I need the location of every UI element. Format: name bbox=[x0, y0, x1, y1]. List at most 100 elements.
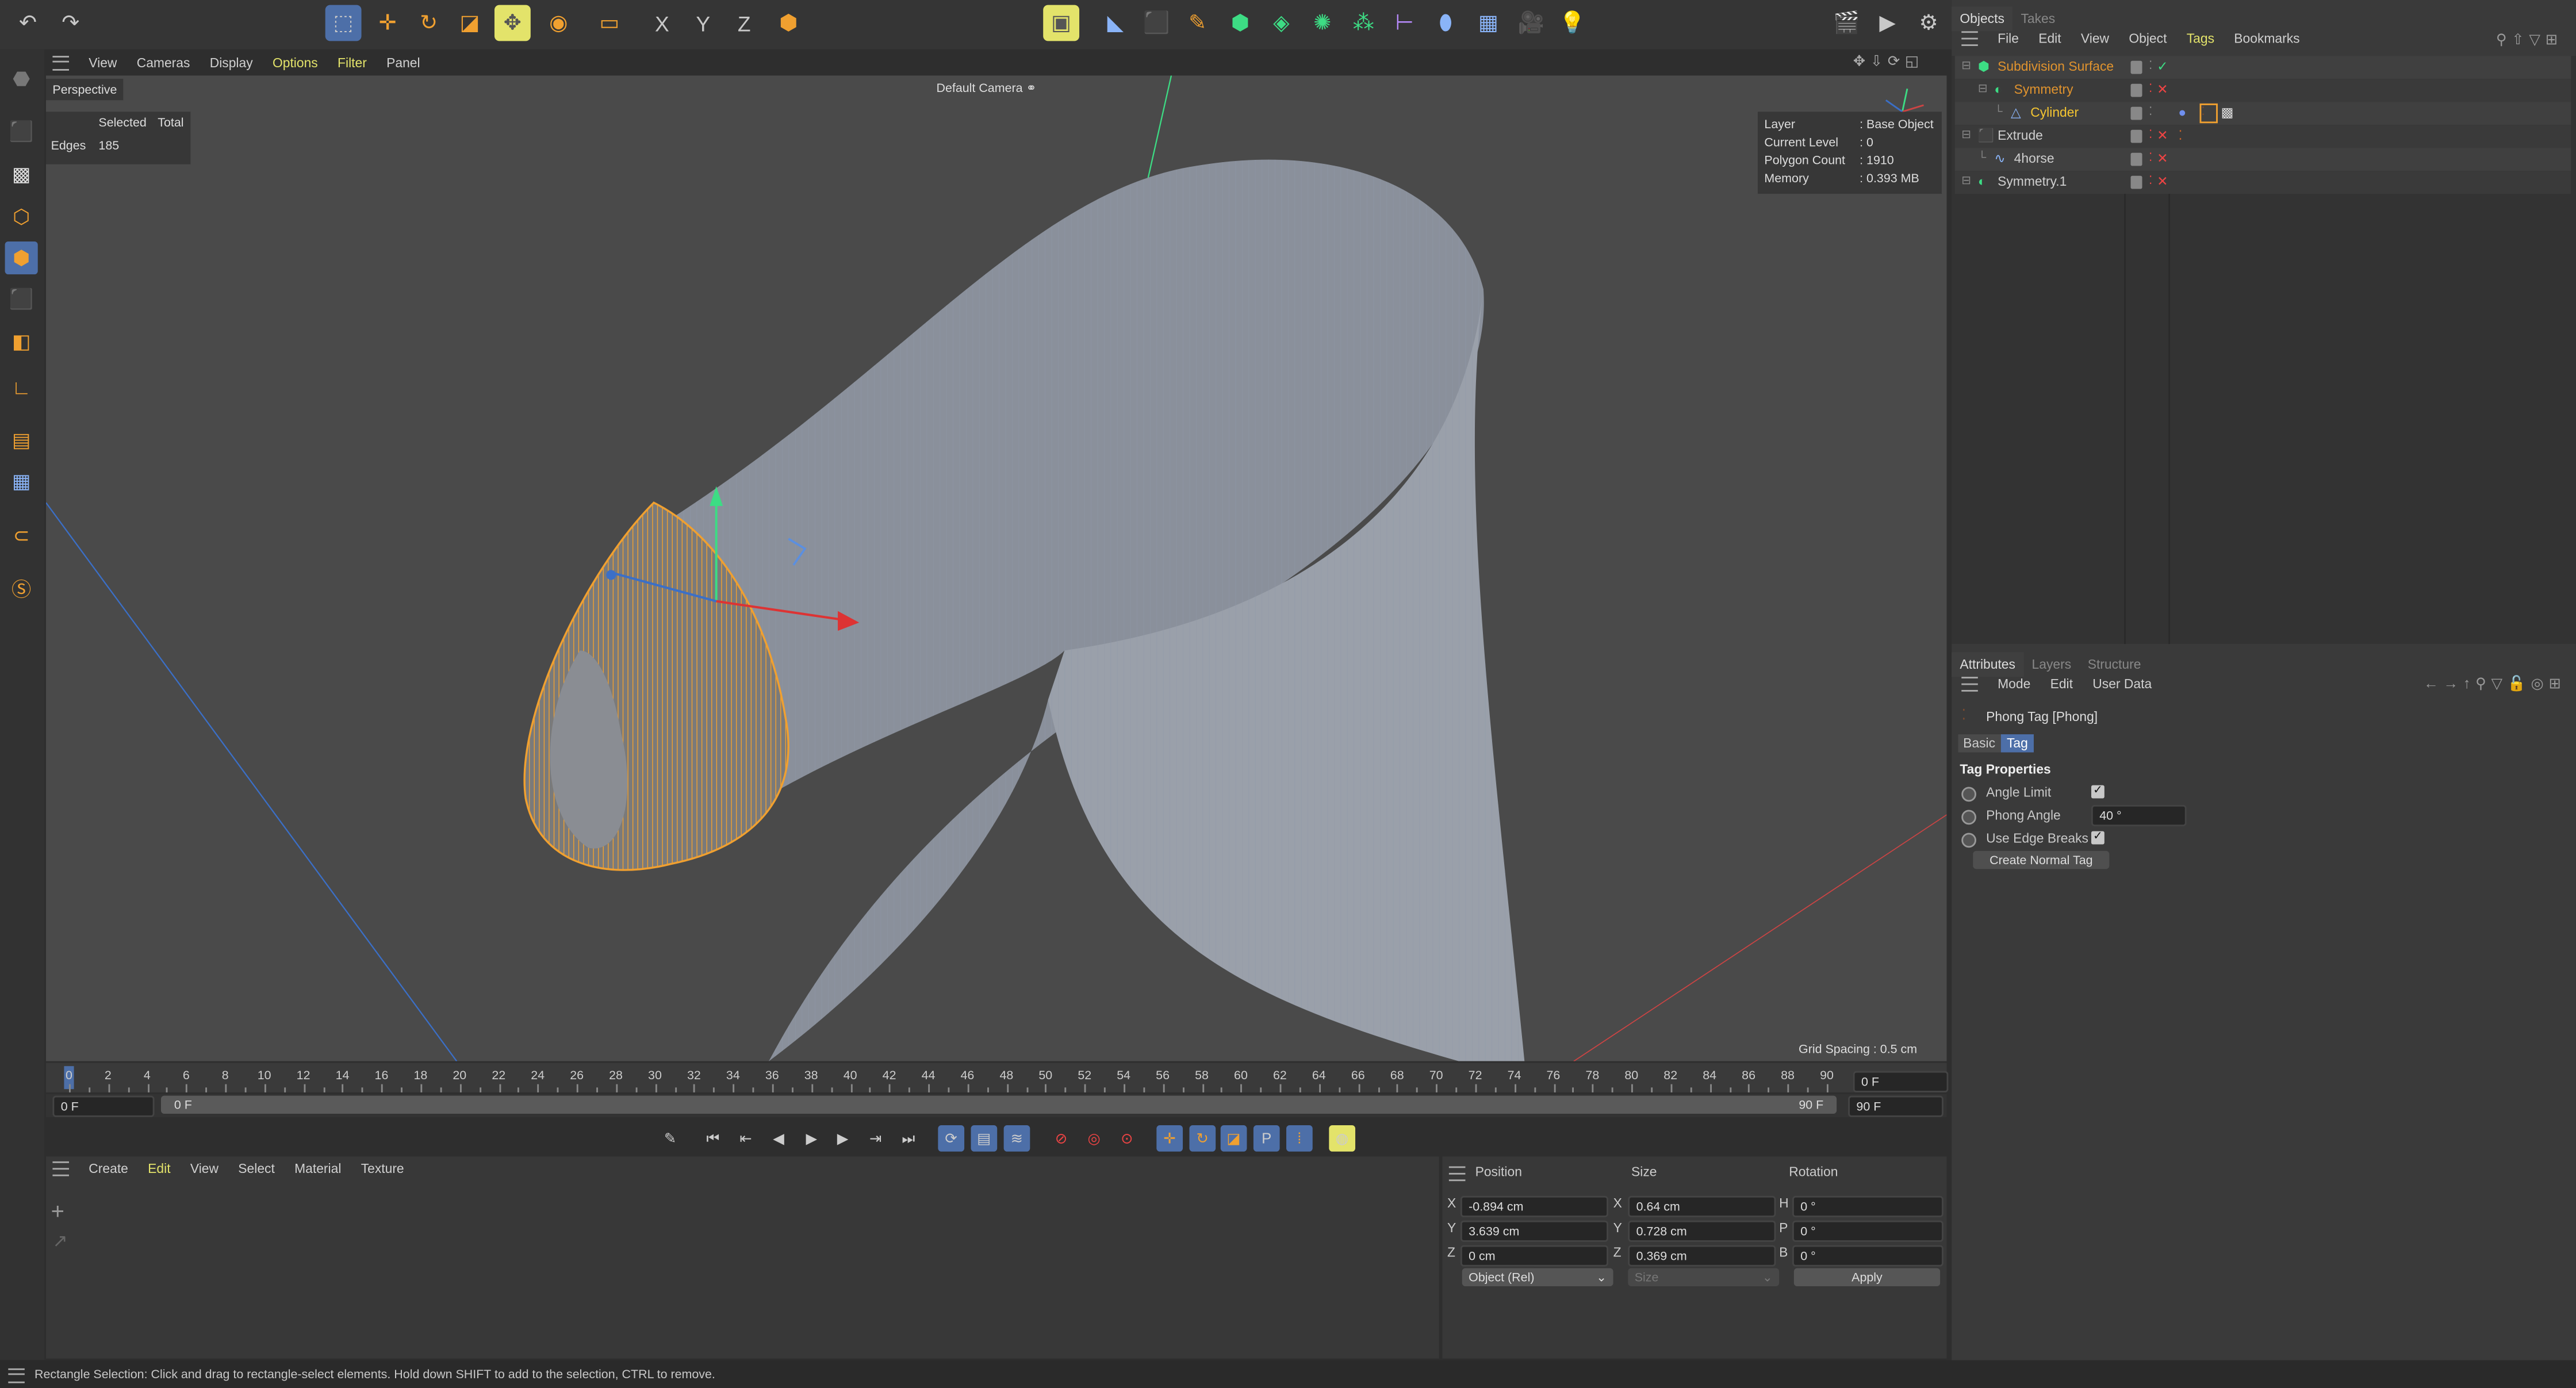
menu-edit[interactable]: Edit bbox=[2050, 677, 2073, 692]
tab-takes[interactable]: Takes bbox=[2012, 6, 2063, 31]
timeline-icon[interactable]: ▤ bbox=[971, 1125, 998, 1152]
x-axis-lock-icon[interactable]: X bbox=[644, 5, 680, 41]
object-name[interactable]: Symmetry bbox=[2014, 79, 2073, 102]
pen-icon[interactable]: ✎ bbox=[1179, 5, 1216, 41]
loop-icon[interactable]: ⟳ bbox=[938, 1125, 965, 1152]
cloner-icon[interactable]: ⁂ bbox=[1346, 5, 1382, 41]
next-frame-icon[interactable]: ▶ bbox=[830, 1125, 856, 1152]
menu-tags[interactable]: Tags bbox=[2187, 31, 2214, 46]
expand-toggle-icon[interactable]: └ bbox=[1978, 148, 1986, 171]
redo-icon[interactable]: ↷ bbox=[52, 5, 89, 41]
object-row[interactable]: └ ∿ 4horse ⁚ ✕ bbox=[1954, 148, 2571, 171]
key-position-icon[interactable]: ✛ bbox=[1156, 1125, 1183, 1152]
viewport-nav-icons[interactable]: ✥⇩⟳◱ bbox=[1853, 52, 1924, 70]
menu-options[interactable]: Options bbox=[273, 55, 318, 70]
object-row[interactable]: └ △ Cylinder ⁚ ● ⁚ ▩ bbox=[1954, 102, 2571, 125]
expand-toggle-icon[interactable]: ⊟ bbox=[1961, 125, 1971, 148]
z-axis-lock-icon[interactable]: Z bbox=[726, 5, 762, 41]
texture-mode-icon[interactable]: ▩ bbox=[5, 158, 38, 190]
animate-radio[interactable] bbox=[1961, 787, 1976, 802]
prev-frame-icon[interactable]: ◀ bbox=[765, 1125, 792, 1152]
create-normal-tag-button[interactable]: Create Normal Tag bbox=[1973, 850, 2110, 869]
subtab-tag[interactable]: Tag bbox=[2000, 734, 2035, 753]
visibility-dots-icon[interactable]: ⁚ bbox=[2149, 125, 2152, 148]
position-field[interactable]: 3.639 cm bbox=[1460, 1220, 1609, 1242]
coordinates-menu-icon[interactable] bbox=[1448, 1166, 1466, 1182]
tab-attributes[interactable]: Attributes bbox=[1952, 652, 2024, 677]
tab-structure[interactable]: Structure bbox=[2079, 652, 2149, 677]
edit-icon[interactable] bbox=[2130, 175, 2142, 189]
tab-layers[interactable]: Layers bbox=[2023, 652, 2079, 677]
visibility-dots-icon[interactable]: ⁚ bbox=[2149, 102, 2152, 125]
cube-icon[interactable]: ⬛ bbox=[1138, 5, 1175, 41]
menu-panel[interactable]: Panel bbox=[386, 55, 420, 70]
subtab-basic[interactable]: Basic bbox=[1958, 734, 2000, 753]
phong-tag-icon[interactable]: ⁚ bbox=[2178, 125, 2182, 148]
spline-pen-icon[interactable]: ◣ bbox=[1097, 5, 1133, 41]
key-rotation-icon[interactable]: ↻ bbox=[1189, 1125, 1216, 1152]
rotation-field[interactable]: 0 ° bbox=[1792, 1195, 1943, 1218]
scheme-icon[interactable]: ≋ bbox=[1003, 1125, 1030, 1152]
menu-mode[interactable]: Mode bbox=[1998, 677, 2030, 692]
expand-icon[interactable]: ↗ bbox=[52, 1230, 67, 1252]
rotation-field[interactable]: 0 ° bbox=[1792, 1245, 1943, 1267]
render-settings-icon[interactable]: ⚙ bbox=[1911, 5, 1947, 41]
menu-file[interactable]: File bbox=[1998, 31, 2019, 46]
points-mode-icon[interactable]: ⬡ bbox=[5, 201, 38, 233]
visibility-dots-icon[interactable]: ⁚ bbox=[2149, 56, 2152, 79]
object-row[interactable]: ⊟ ⬛ Extrude ⁚ ✕ ⁚ bbox=[1954, 125, 2571, 148]
viewport-menu-icon[interactable] bbox=[52, 55, 69, 70]
object-name[interactable]: Extrude bbox=[1998, 125, 2043, 148]
goto-end-icon[interactable]: ⏭ bbox=[895, 1125, 922, 1152]
key-scale-icon[interactable]: ◪ bbox=[1220, 1125, 1247, 1152]
axis-mode-icon[interactable]: ∟ bbox=[5, 371, 38, 404]
camera-icon[interactable]: 🎥 bbox=[1513, 5, 1549, 41]
size-field[interactable]: 0.728 cm bbox=[1628, 1220, 1776, 1242]
object-row[interactable]: ⊟ ⬢ Subdivision Surface ⁚ ✓ bbox=[1954, 56, 2571, 79]
motion-clip-icon[interactable]: ◍ bbox=[1329, 1125, 1356, 1152]
object-name[interactable]: Cylinder bbox=[2030, 102, 2079, 125]
object-name[interactable]: Symmetry.1 bbox=[1998, 171, 2067, 194]
objects-menu-icon[interactable] bbox=[1961, 31, 1978, 46]
viewport-3d[interactable]: Perspective Selected Total Edges 185 Def… bbox=[45, 75, 1947, 1061]
edit-icon[interactable] bbox=[2130, 129, 2142, 143]
grid-snap-icon[interactable]: ▦ bbox=[5, 465, 38, 498]
enabled-check-icon[interactable]: ✓ bbox=[2157, 56, 2168, 79]
material-menu-icon[interactable] bbox=[52, 1161, 69, 1176]
visibility-dots-icon[interactable]: ⁚ bbox=[2149, 79, 2152, 102]
subdivision-icon[interactable]: ⬢ bbox=[1222, 5, 1259, 41]
undo-icon[interactable]: ↶ bbox=[10, 5, 46, 41]
animate-radio[interactable] bbox=[1961, 833, 1976, 848]
position-field[interactable]: 0 cm bbox=[1460, 1245, 1609, 1267]
rotate-icon[interactable]: ↻ bbox=[411, 5, 447, 41]
attributes-toolbar-icons[interactable]: ←→↑⚲▽🔓◎⊞ bbox=[2424, 675, 2566, 693]
rectangle-selection-icon[interactable]: ▭ bbox=[592, 5, 628, 41]
size-mode-dropdown[interactable]: Size ⌄ bbox=[1628, 1268, 1780, 1287]
menu-texture[interactable]: Texture bbox=[361, 1161, 404, 1176]
scale-icon[interactable]: ◪ bbox=[452, 5, 488, 41]
timeline-ruler[interactable]: 0 2 4 6 8 10 12 14 16 18 20 22 24 26 28 30 32 34 36 38 40 42 4… bbox=[45, 1063, 1947, 1092]
preview-range-slider[interactable]: 0 F 90 F bbox=[160, 1095, 1837, 1114]
phong-tag-icon[interactable]: ⁚ bbox=[2199, 103, 2218, 124]
menu-edit[interactable]: Edit bbox=[2038, 31, 2061, 46]
menu-view[interactable]: View bbox=[190, 1161, 218, 1176]
move-icon[interactable]: ✛ bbox=[370, 5, 406, 41]
phong-angle-field[interactable]: 40 ° bbox=[2091, 804, 2187, 827]
polygons-mode-icon[interactable]: ⬛ bbox=[5, 282, 38, 315]
position-field[interactable]: -0.894 cm bbox=[1460, 1195, 1609, 1218]
material-tag-icon[interactable]: ● bbox=[2178, 102, 2186, 125]
sculpt-icon[interactable]: Ⓢ bbox=[5, 572, 38, 604]
menu-object[interactable]: Object bbox=[2129, 31, 2167, 46]
end-frame-field[interactable]: 90 F bbox=[1848, 1095, 1943, 1117]
apply-button[interactable]: Apply bbox=[1793, 1268, 1941, 1287]
recent-tools-icon[interactable]: ◉ bbox=[540, 5, 577, 41]
edit-icon[interactable] bbox=[2130, 83, 2142, 97]
animate-radio[interactable] bbox=[1961, 810, 1976, 825]
disabled-x-icon[interactable]: ✕ bbox=[2157, 148, 2168, 171]
expand-toggle-icon[interactable]: └ bbox=[1994, 102, 2002, 125]
render-view-icon[interactable]: 🎬 bbox=[1828, 5, 1865, 41]
y-axis-lock-icon[interactable]: Y bbox=[685, 5, 721, 41]
floor-icon[interactable]: ▦ bbox=[1470, 5, 1506, 41]
coordinate-system-icon[interactable]: ⬢ bbox=[770, 5, 807, 41]
uv-mode-icon[interactable]: ◧ bbox=[5, 325, 38, 358]
